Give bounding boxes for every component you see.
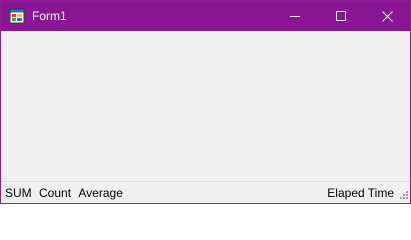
maximize-icon xyxy=(336,11,346,21)
minimize-icon xyxy=(290,16,300,17)
status-count-label: Count xyxy=(39,185,72,200)
status-sum-label: SUM xyxy=(5,185,32,200)
title-bar[interactable]: Form1 xyxy=(1,1,410,31)
caption-buttons xyxy=(272,1,410,31)
window-title: Form1 xyxy=(32,9,67,23)
close-icon xyxy=(381,10,393,22)
maximize-button[interactable] xyxy=(318,1,364,31)
minimize-button[interactable] xyxy=(272,1,318,31)
status-left-group: SUM Count Average xyxy=(1,186,123,200)
status-average-label: Average xyxy=(78,185,123,200)
form-app-icon[interactable] xyxy=(9,8,25,24)
form1-window: Form1 SUM Count Average Elaped Time xyxy=(0,0,411,204)
status-bar: SUM Count Average Elaped Time xyxy=(1,181,410,203)
close-button[interactable] xyxy=(364,1,410,31)
resize-grip-icon[interactable] xyxy=(397,190,409,202)
client-area xyxy=(1,31,410,181)
